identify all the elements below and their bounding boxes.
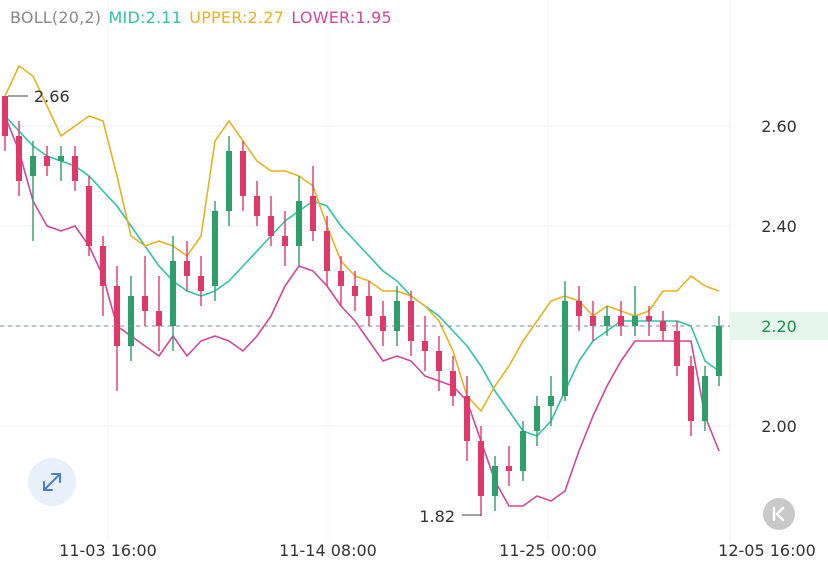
candle-body [632,316,638,326]
candle-body [436,351,442,371]
mid-band-line [4,115,720,437]
candle-body [72,156,78,181]
candle-body [44,156,50,166]
skip-back-icon [772,506,785,522]
low-marker-label: 1.82 [419,507,455,526]
candle-body [128,296,134,346]
current-price-label: 2.20 [761,317,797,336]
x-tick-label: 11-25 00:00 [499,541,597,560]
candle-body [604,316,610,326]
candle-body [422,341,428,351]
candlestick-chart[interactable]: 2.00 2.40 2.60 2.20 2.66 1.82 11-03 16:00 11-14… [0,0,828,564]
candle-body [408,301,414,341]
upper-band-line [4,65,720,412]
candle-body [240,151,246,196]
candle-body [478,441,484,496]
candle-body [590,316,596,326]
candle-body [212,211,218,286]
candle-body [338,271,344,286]
candle-body [30,156,36,176]
candle-body [170,261,176,326]
candle-body [450,371,456,396]
candle-body [646,316,652,321]
chart-canvas[interactable]: 2.00 2.40 2.60 2.20 2.66 1.82 11-03 16:00 11-14… [0,0,828,564]
candle-body [464,396,470,441]
candle-body [702,376,708,421]
candle-body [618,316,624,326]
y-tick-label: 2.40 [761,217,797,236]
candle-body [688,366,694,421]
candle-body [310,196,316,231]
candle-body [114,286,120,346]
candle-body [380,316,386,331]
candle-body [142,296,148,311]
candle-body [562,301,568,396]
candle-body [296,201,302,246]
lower-band-line [4,115,720,507]
candle-body [576,301,582,316]
candle-body [520,431,526,471]
legend-lower: LOWER:1.95 [291,8,392,27]
candle-body [268,216,274,236]
candle-body [352,286,358,296]
candle-body [534,406,540,431]
candle-body [716,326,722,376]
candle-body [548,396,554,406]
candle-body [156,311,162,326]
legend-mid: MID:2.11 [108,8,182,27]
indicator-legend: BOLL(20,2) MID:2.11 UPPER:2.27 LOWER:1.9… [10,8,394,27]
legend-upper: UPPER:2.27 [189,8,285,27]
y-tick-label: 2.00 [761,417,797,436]
skip-back-button[interactable] [763,498,795,530]
expand-arrows-icon [43,473,61,491]
candle-body [506,466,512,471]
y-tick-label: 2.60 [761,117,797,136]
legend-name: BOLL(20,2) [10,8,102,27]
candle-body [492,466,498,496]
candle-body [282,236,288,246]
candle-body [100,246,106,286]
candle-body [86,186,92,246]
x-tick-label: 11-03 16:00 [59,541,157,560]
candle-body [58,156,64,161]
candle-body [366,296,372,316]
candle-body [226,151,232,211]
candle-body [254,196,260,216]
candle-body [198,276,204,291]
high-marker-label: 2.66 [34,87,70,106]
candle-body [184,261,190,276]
candle-body [16,136,22,181]
candle-body [674,331,680,366]
x-tick-label: 12-05 16:00 [718,541,816,560]
expand-button[interactable] [28,458,76,506]
candle-body [2,96,8,136]
candle-body [324,231,330,271]
x-tick-label: 11-14 08:00 [279,541,377,560]
